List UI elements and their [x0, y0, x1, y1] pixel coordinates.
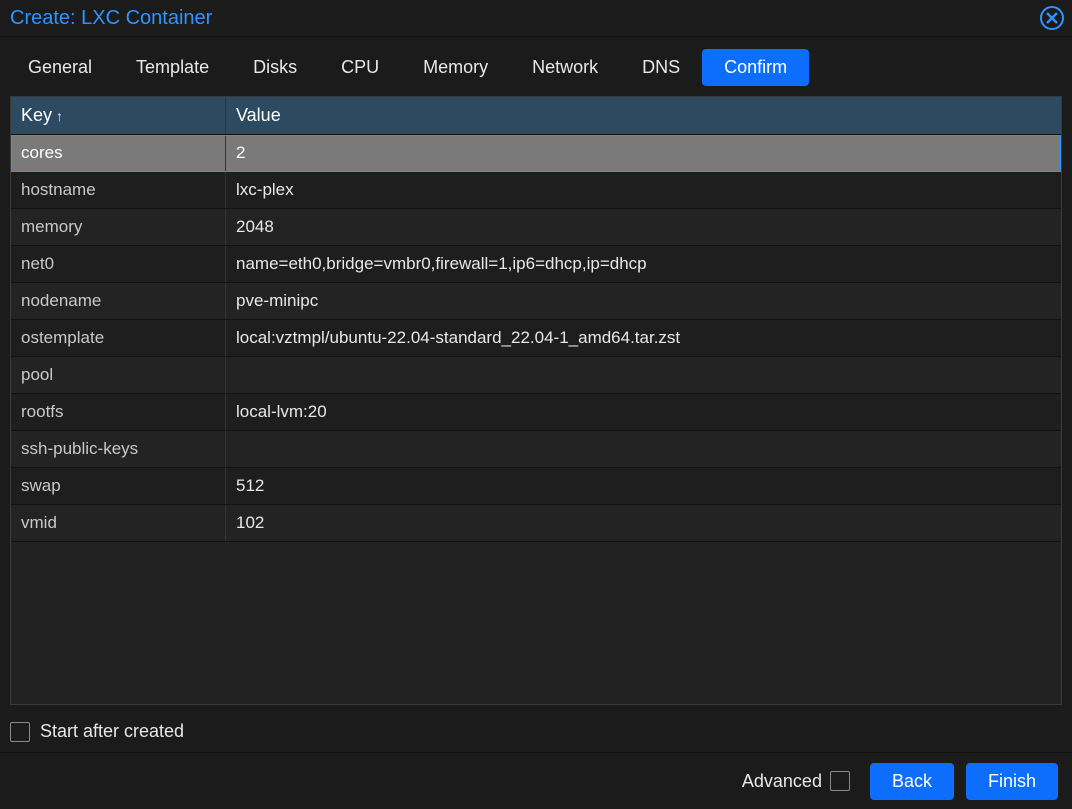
table-row[interactable]: hostnamelxc-plex — [11, 172, 1061, 209]
dialog-create-lxc-container: Create: LXC Container GeneralTemplateDis… — [0, 0, 1072, 809]
advanced-label: Advanced — [742, 771, 822, 792]
tab-memory[interactable]: Memory — [401, 49, 510, 86]
column-header-value[interactable]: Value — [226, 97, 1061, 134]
cell-value: 102 — [226, 505, 1061, 541]
table-row[interactable]: vmid102 — [11, 505, 1061, 542]
table-row[interactable]: swap512 — [11, 468, 1061, 505]
table-row[interactable]: cores2 — [11, 135, 1061, 172]
cell-value — [226, 357, 1061, 393]
tab-network[interactable]: Network — [510, 49, 620, 86]
summary-table: Key ↑ Value cores2hostnamelxc-plexmemory… — [11, 97, 1061, 704]
advanced-checkbox[interactable] — [830, 771, 850, 791]
cell-value: local-lvm:20 — [226, 394, 1061, 430]
table-row[interactable]: pool — [11, 357, 1061, 394]
tab-disks[interactable]: Disks — [231, 49, 319, 86]
cell-key: cores — [11, 135, 226, 171]
titlebar: Create: LXC Container — [0, 0, 1072, 37]
cell-key: memory — [11, 209, 226, 245]
table-row[interactable]: net0name=eth0,bridge=vmbr0,firewall=1,ip… — [11, 246, 1061, 283]
start-after-created-label: Start after created — [40, 721, 184, 742]
cell-key: nodename — [11, 283, 226, 319]
cell-value: name=eth0,bridge=vmbr0,firewall=1,ip6=dh… — [226, 246, 1061, 282]
table-header: Key ↑ Value — [11, 97, 1061, 135]
cell-key: hostname — [11, 172, 226, 208]
cell-key: pool — [11, 357, 226, 393]
tab-cpu[interactable]: CPU — [319, 49, 401, 86]
confirm-panel: Key ↑ Value cores2hostnamelxc-plexmemory… — [10, 96, 1062, 705]
cell-key: rootfs — [11, 394, 226, 430]
wizard-tabs: GeneralTemplateDisksCPUMemoryNetworkDNSC… — [0, 37, 1072, 90]
start-after-created-row: Start after created — [10, 721, 1062, 742]
column-header-key-label: Key — [21, 105, 52, 126]
tab-general[interactable]: General — [6, 49, 114, 86]
cell-key: swap — [11, 468, 226, 504]
table-row[interactable]: nodenamepve-minipc — [11, 283, 1061, 320]
finish-button[interactable]: Finish — [966, 763, 1058, 800]
cell-value — [226, 431, 1061, 467]
cell-key: ssh-public-keys — [11, 431, 226, 467]
cell-key: vmid — [11, 505, 226, 541]
column-header-value-label: Value — [236, 105, 281, 126]
close-icon — [1046, 12, 1058, 24]
table-body: cores2hostnamelxc-plexmemory2048net0name… — [11, 135, 1061, 704]
cell-value: 512 — [226, 468, 1061, 504]
tab-template[interactable]: Template — [114, 49, 231, 86]
cell-value: 2048 — [226, 209, 1061, 245]
cell-value: pve-minipc — [226, 283, 1061, 319]
cell-key: ostemplate — [11, 320, 226, 356]
tab-dns[interactable]: DNS — [620, 49, 702, 86]
column-header-key[interactable]: Key ↑ — [11, 97, 226, 134]
cell-value: local:vztmpl/ubuntu-22.04-standard_22.04… — [226, 320, 1061, 356]
advanced-toggle: Advanced — [742, 771, 850, 792]
table-row[interactable]: memory2048 — [11, 209, 1061, 246]
tab-confirm[interactable]: Confirm — [702, 49, 809, 86]
sort-ascending-icon: ↑ — [56, 108, 63, 124]
back-button[interactable]: Back — [870, 763, 954, 800]
dialog-title: Create: LXC Container — [10, 7, 1062, 30]
start-after-created-checkbox[interactable] — [10, 722, 30, 742]
table-row[interactable]: ssh-public-keys — [11, 431, 1061, 468]
dialog-footer: Advanced Back Finish — [0, 752, 1072, 809]
table-row[interactable]: ostemplatelocal:vztmpl/ubuntu-22.04-stan… — [11, 320, 1061, 357]
cell-value: 2 — [226, 135, 1061, 171]
cell-value: lxc-plex — [226, 172, 1061, 208]
cell-key: net0 — [11, 246, 226, 282]
close-button[interactable] — [1040, 6, 1064, 30]
table-row[interactable]: rootfslocal-lvm:20 — [11, 394, 1061, 431]
